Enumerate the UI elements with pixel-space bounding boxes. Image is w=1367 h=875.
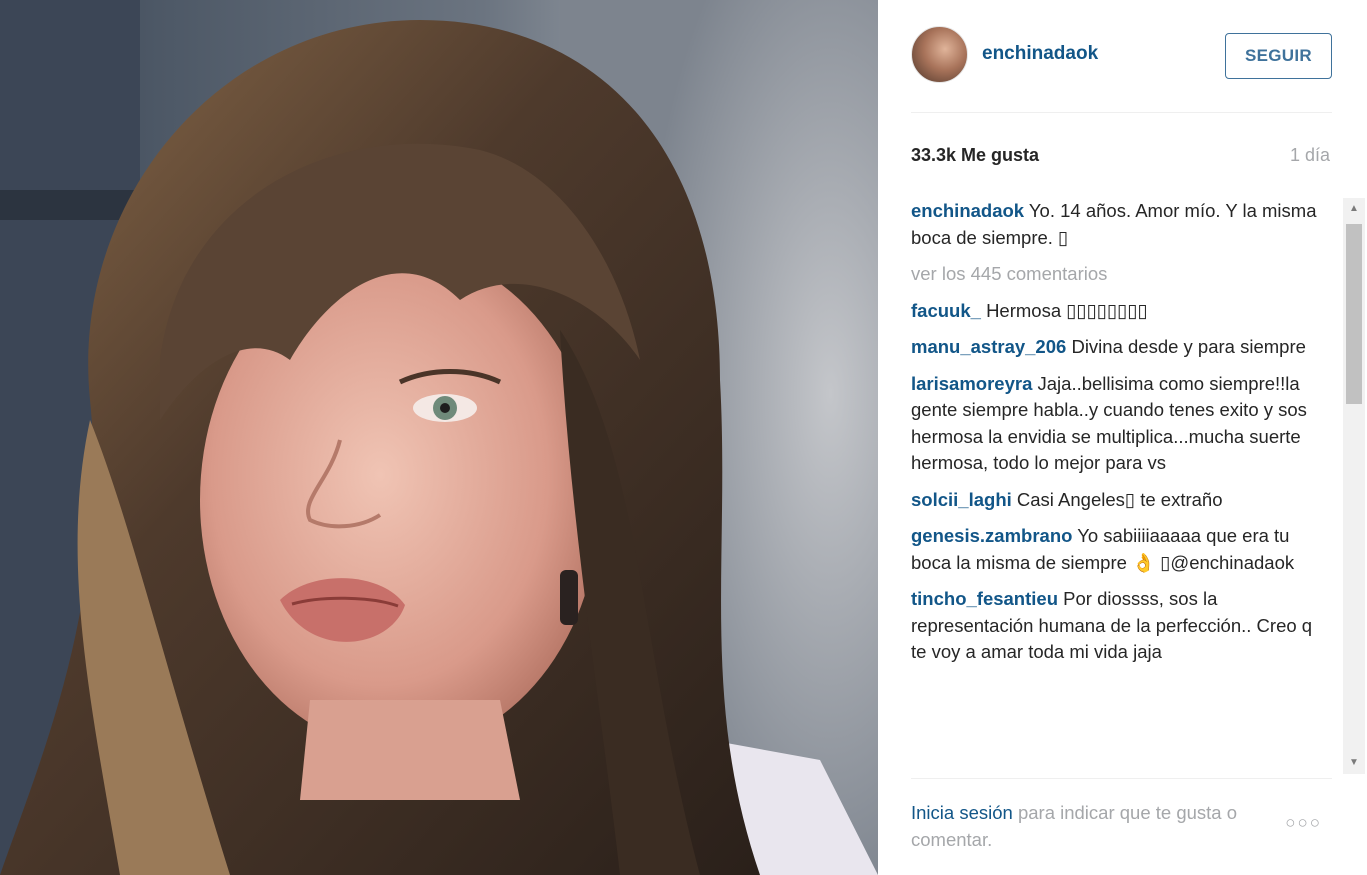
follow-button[interactable]: SEGUIR [1225, 33, 1332, 79]
scroll-up-icon[interactable]: ▲ [1343, 200, 1365, 218]
comment-item: solcii_laghi Casi Angeles▯ te extraño [911, 487, 1331, 514]
login-link[interactable]: Inicia sesión [911, 802, 1013, 823]
post-sidebar: enchinadaok SEGUIR 33.3k Me gusta 1 día … [878, 0, 1367, 875]
footer-divider [911, 778, 1332, 779]
comment-username-link[interactable]: manu_astray_206 [911, 336, 1066, 357]
comment-username-link[interactable]: genesis.zambrano [911, 525, 1072, 546]
scrollbar-thumb[interactable] [1346, 224, 1362, 404]
comment-text: Casi Angeles▯ te extraño [1016, 488, 1223, 510]
more-options-icon[interactable]: ○○○ [1285, 813, 1322, 833]
comments-list: enchinadaok Yo. 14 años. Amor mío. Y la … [911, 198, 1331, 770]
scroll-down-icon[interactable]: ▼ [1343, 754, 1365, 772]
comment-username-link[interactable]: tincho_fesantieu [911, 588, 1058, 609]
avatar[interactable] [911, 26, 968, 83]
caption-username-link[interactable]: enchinadaok [911, 200, 1024, 221]
comment-text: Divina desde y para siempre [1071, 336, 1306, 357]
comment-item: manu_astray_206 Divina desde y para siem… [911, 334, 1331, 361]
comment-username-link[interactable]: larisamoreyra [911, 373, 1032, 394]
load-more-comments-link[interactable]: ver los 445 comentarios [911, 261, 1331, 288]
comment-item: genesis.zambrano Yo sabiiiiaaaaa que era… [911, 523, 1331, 576]
likes-count[interactable]: 33.3k Me gusta [911, 145, 1039, 166]
comments-scrollbar[interactable]: ▲ ▼ [1343, 198, 1365, 774]
comment-item: facuuk_ Hermosa ▯▯▯▯▯▯▯▯ [911, 298, 1331, 325]
post-age[interactable]: 1 día [1290, 145, 1330, 166]
comment-username-link[interactable]: facuuk_ [911, 300, 981, 321]
comment-item: larisamoreyra Jaja..bellisima como siemp… [911, 371, 1331, 477]
login-prompt: Inicia sesión para indicar que te gusta … [911, 800, 1281, 853]
author-username-link[interactable]: enchinadaok [982, 43, 1098, 65]
comment-item: tincho_fesantieu Por diossss, sos la rep… [911, 586, 1331, 666]
header-divider [911, 112, 1332, 113]
portrait-image [0, 0, 878, 875]
comment-text: Hermosa ▯▯▯▯▯▯▯▯ [986, 299, 1148, 321]
comment-username-link[interactable]: solcii_laghi [911, 489, 1012, 510]
caption: enchinadaok Yo. 14 años. Amor mío. Y la … [911, 198, 1331, 251]
post-photo [0, 0, 878, 875]
post-header: enchinadaok SEGUIR [911, 26, 1332, 84]
